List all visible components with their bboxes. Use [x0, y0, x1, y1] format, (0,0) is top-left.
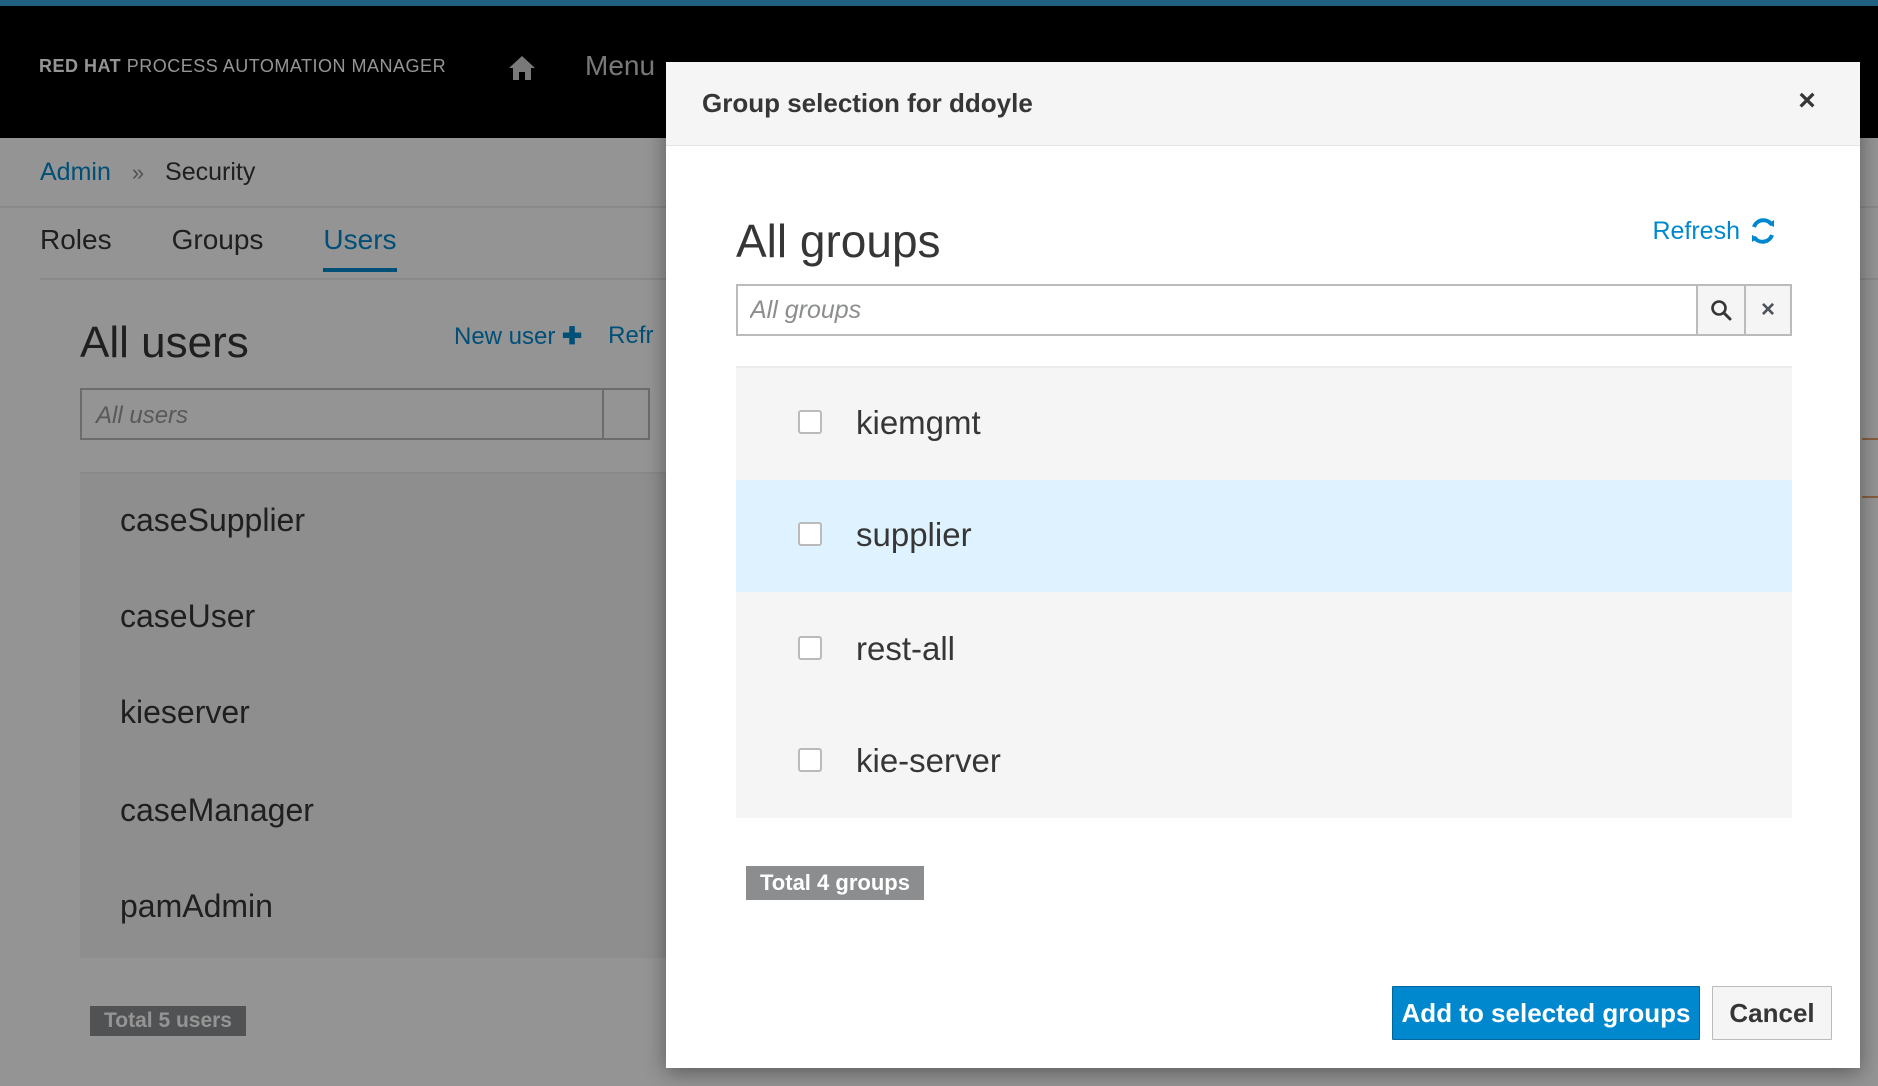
group-row-supplier[interactable]: supplier [736, 480, 1792, 592]
group-label: supplier [856, 516, 972, 553]
group-checkbox[interactable] [798, 748, 822, 772]
groups-search-input[interactable] [738, 286, 1696, 334]
search-icon [1711, 300, 1732, 321]
group-selection-modal: Group selection for ddoyle × All groups … [666, 62, 1860, 1068]
group-checkbox[interactable] [798, 522, 822, 546]
groups-search: × [736, 284, 1792, 336]
groups-list: kiemgmt supplier rest-all kie-server [736, 366, 1792, 818]
groups-title: All groups [736, 215, 941, 267]
group-label: rest-all [856, 630, 956, 667]
groups-total-badge: Total 4 groups [746, 866, 924, 900]
clear-search-button[interactable]: × [1744, 286, 1790, 334]
close-icon[interactable]: × [1792, 86, 1822, 116]
cancel-button[interactable]: Cancel [1712, 986, 1832, 1040]
group-label: kiemgmt [856, 404, 981, 441]
group-checkbox[interactable] [798, 410, 822, 434]
group-checkbox[interactable] [798, 636, 822, 660]
search-button[interactable] [1696, 286, 1744, 334]
modal-title: Group selection for ddoyle [702, 88, 1033, 118]
clear-icon: × [1760, 296, 1775, 323]
group-row-kiemgmt[interactable]: kiemgmt [736, 368, 1792, 480]
group-row-kie-server[interactable]: kie-server [736, 706, 1792, 818]
refresh-icon [1752, 218, 1774, 244]
refresh-button[interactable]: Refresh [1652, 216, 1778, 246]
modal-header: Group selection for ddoyle × [666, 62, 1860, 146]
refresh-label: Refresh [1652, 216, 1740, 245]
group-label: kie-server [856, 742, 1001, 779]
group-row-rest-all[interactable]: rest-all [736, 594, 1792, 706]
add-to-selected-groups-button[interactable]: Add to selected groups [1392, 986, 1700, 1040]
